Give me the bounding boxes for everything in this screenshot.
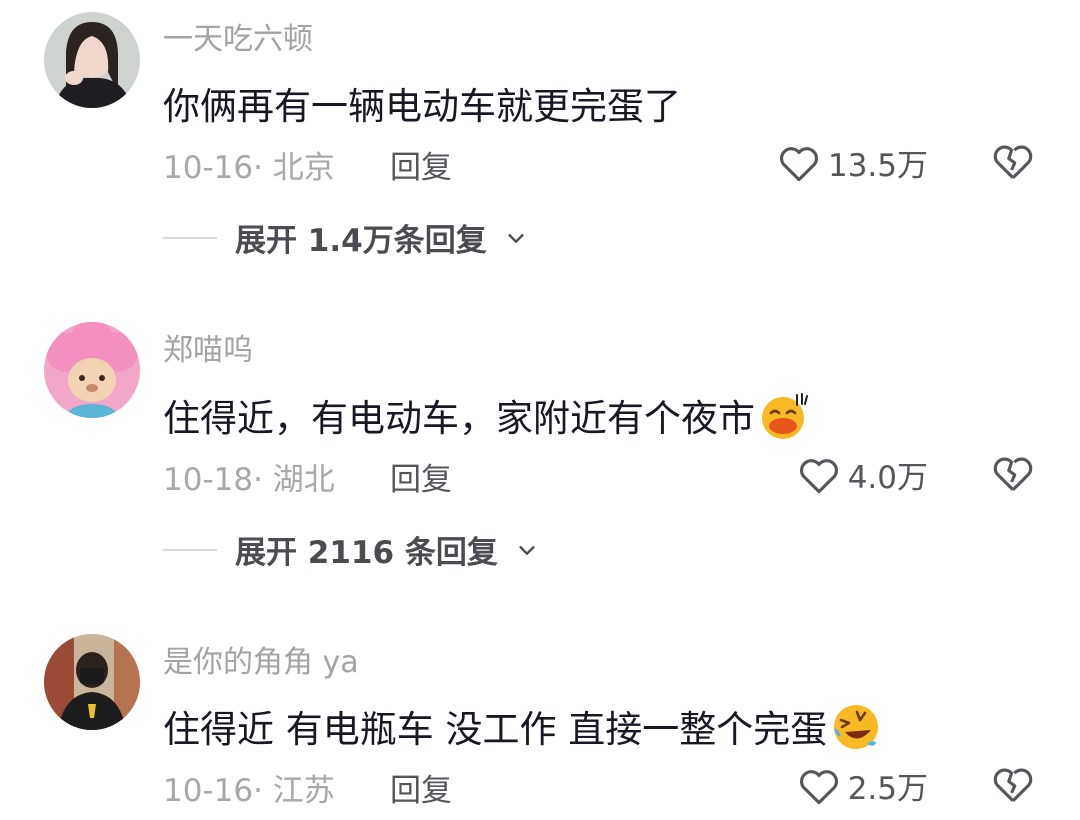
laughing-sweat-emoji — [759, 391, 809, 450]
heart-outline-icon — [780, 146, 818, 181]
comment-text: 你俩再有一辆电动车就更完蛋了 — [163, 85, 681, 128]
expand-replies-label: 展开 2116 条回复 — [235, 535, 498, 571]
heart-outline-icon — [799, 769, 838, 804]
username[interactable]: 是你的角角 ya — [163, 637, 359, 681]
like-count: 4.0万 — [847, 460, 928, 496]
comment-text-content: 住得近 有电瓶车 没工作 直接一整个完蛋 — [163, 708, 828, 751]
expand-replies-button[interactable]: 展开 1.4万条回复 — [163, 215, 527, 260]
like-button[interactable]: 13.5万 — [778, 140, 928, 185]
dislike-button[interactable] — [992, 453, 1034, 495]
comment-date-location: 10-16· 北京 — [163, 150, 335, 186]
reply-button[interactable]: 回复 — [390, 454, 452, 499]
broken-heart-icon — [993, 457, 1033, 491]
broken-heart-icon — [993, 145, 1033, 179]
comment-date-location: 10-18· 湖北 — [163, 462, 335, 498]
rolling-laugh-emoji — [831, 702, 881, 761]
expand-replies-button[interactable]: 展开 2116 条回复 — [163, 527, 538, 572]
divider — [163, 236, 217, 239]
expand-replies-label: 展开 1.4万条回复 — [235, 223, 487, 259]
heart-outline-icon — [799, 458, 838, 493]
comment-text-content: 住得近，有电动车，家附近有个夜市 — [163, 397, 755, 440]
avatar[interactable] — [44, 322, 140, 418]
dislike-button[interactable] — [992, 141, 1034, 183]
like-button[interactable]: 4.0万 — [798, 452, 928, 497]
reply-button[interactable]: 回复 — [390, 765, 452, 810]
like-button[interactable]: 2.5万 — [798, 763, 928, 808]
avatar[interactable] — [44, 12, 140, 108]
comment-text: 住得近，有电动车，家附近有个夜市 — [163, 388, 809, 450]
comment-text: 住得近 有电瓶车 没工作 直接一整个完蛋 — [163, 699, 881, 761]
username[interactable]: 郑喵呜 — [163, 325, 253, 369]
like-count: 13.5万 — [827, 148, 928, 184]
broken-heart-icon — [993, 768, 1033, 802]
reply-button[interactable]: 回复 — [390, 142, 452, 187]
username[interactable]: 一天吃六顿 — [163, 14, 313, 58]
divider — [163, 548, 217, 551]
avatar[interactable] — [44, 634, 140, 730]
chevron-down-icon — [508, 233, 524, 243]
like-count: 2.5万 — [847, 771, 928, 807]
comment-date-location: 10-16· 江苏 — [163, 773, 335, 809]
dislike-button[interactable] — [992, 764, 1034, 806]
chevron-down-icon — [519, 545, 535, 555]
